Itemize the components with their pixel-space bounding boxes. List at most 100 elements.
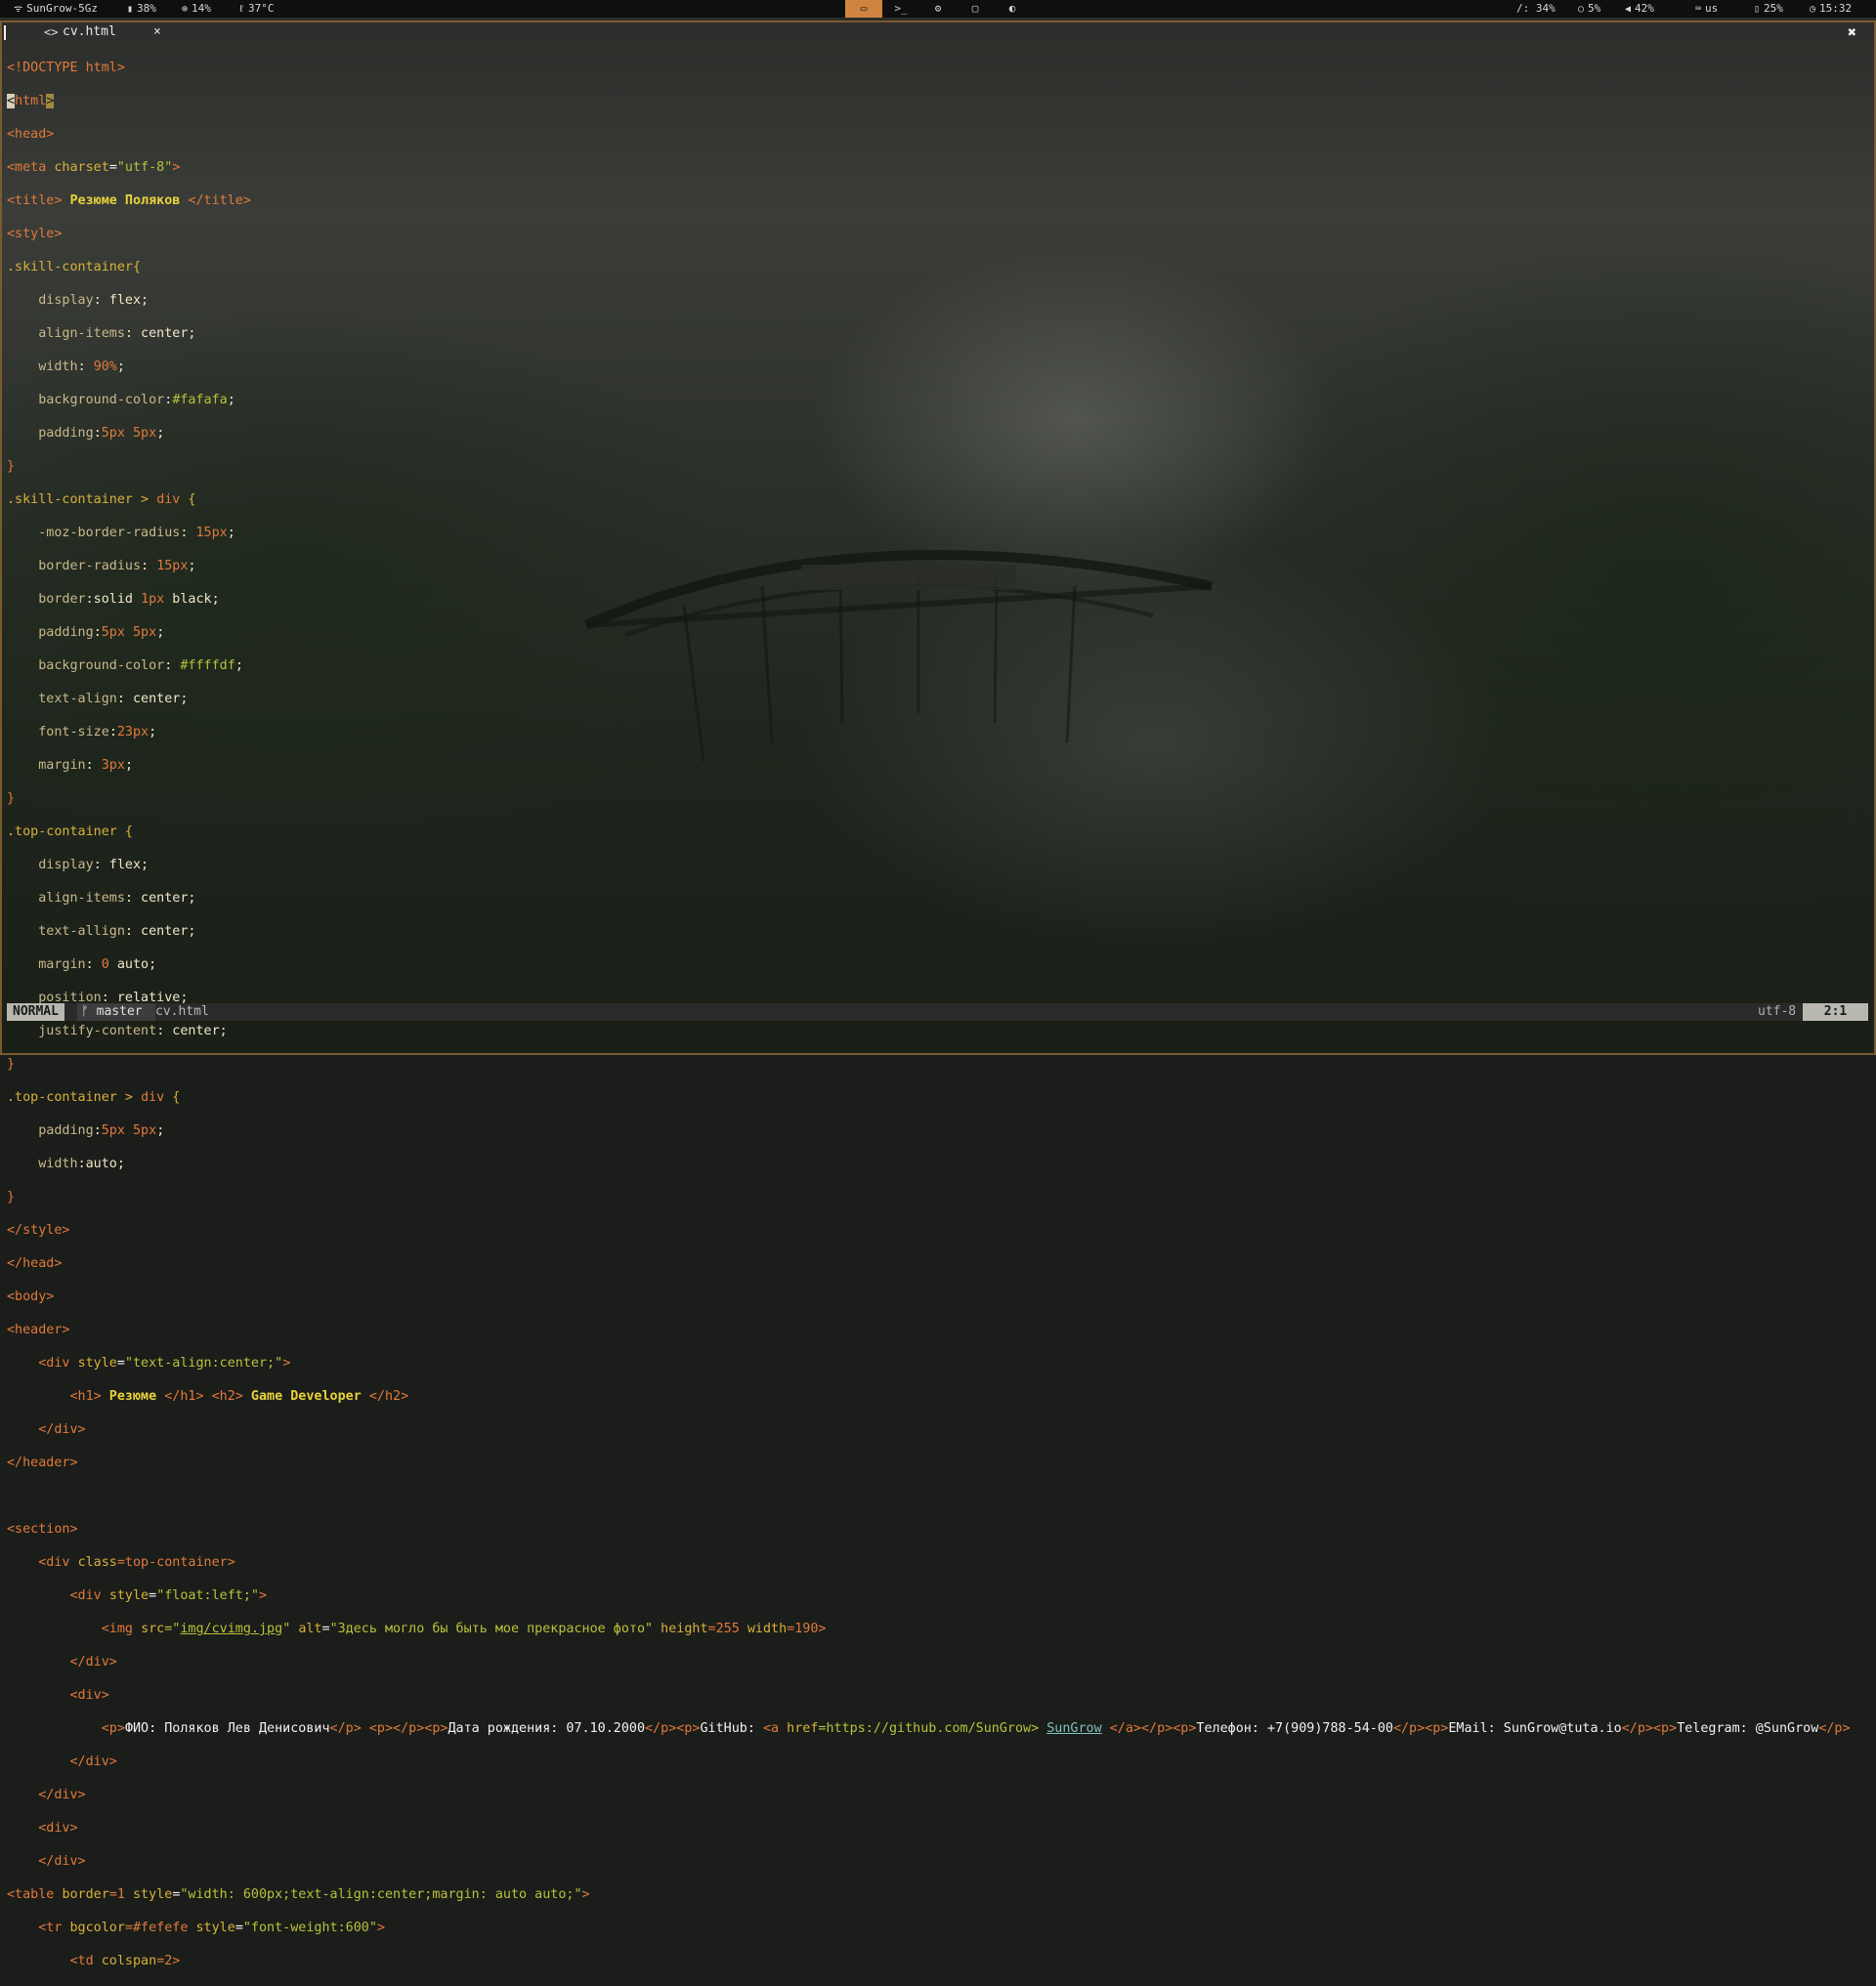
- code-token: :: [180, 526, 196, 540]
- code-token: :: [85, 957, 102, 972]
- code-token: margin: [7, 957, 86, 972]
- code-token: ;: [234, 658, 243, 673]
- bracket-match: >: [46, 94, 55, 108]
- code-token: ;: [227, 526, 235, 540]
- code-token: 23px: [116, 725, 149, 739]
- code-token: font-size: [7, 725, 109, 739]
- battery-icon: ▯: [1754, 4, 1761, 15]
- code-line: <section>: [7, 1521, 1863, 1538]
- tab-close-icon[interactable]: ×: [153, 23, 161, 41]
- code-token: }: [7, 459, 16, 474]
- code-token: <!DOCTYPE html>: [7, 61, 125, 75]
- memory-icon: ▮: [127, 4, 134, 15]
- code-line: border:solid 1px black;: [7, 591, 1863, 608]
- code-token: =255: [707, 1622, 747, 1636]
- code-token: <header>: [7, 1323, 70, 1337]
- code-token: padding: [7, 625, 94, 640]
- code-token: bgcolor: [69, 1921, 125, 1935]
- code-token: <div>: [7, 1821, 78, 1836]
- code-token: <head>: [7, 127, 55, 142]
- code-token: </div>: [7, 1788, 86, 1802]
- code-token: =: [149, 1588, 157, 1603]
- code-line: padding:5px 5px;: [7, 1122, 1863, 1139]
- code-token: auto;: [108, 957, 157, 972]
- code-token: ;: [116, 359, 125, 374]
- window-close-icon[interactable]: ✖: [1848, 23, 1856, 41]
- code-line: justify-content: center;: [7, 1023, 1863, 1039]
- code-line: padding:5px 5px;: [7, 425, 1863, 442]
- code-line: background-color: #ffffdf;: [7, 657, 1863, 674]
- code-token: "utf-8": [116, 160, 173, 175]
- keyboard-indicator[interactable]: ⌨ us: [1695, 0, 1718, 19]
- tab-cv-html[interactable]: cv.html: [63, 23, 116, 41]
- clock-time: 15:32: [1819, 2, 1853, 15]
- code-token: :: [85, 758, 102, 773]
- memory-value: 38%: [137, 2, 156, 15]
- temperature-indicator: ℓ 37°C: [238, 0, 275, 19]
- code-token: .top-container {: [7, 824, 133, 839]
- code-token: >: [581, 1887, 590, 1902]
- code-line: align-items: center;: [7, 325, 1863, 342]
- code-token: height: [653, 1622, 708, 1636]
- workspace-1[interactable]: ▭: [845, 0, 882, 18]
- code-line: <div>: [7, 1820, 1863, 1837]
- code-token: </h1>: [164, 1389, 204, 1404]
- code-token: : center;: [124, 924, 196, 939]
- workspace-4[interactable]: ▢: [957, 0, 994, 18]
- code-token: <body>: [7, 1289, 55, 1304]
- code-token: text-align: [7, 692, 117, 706]
- git-branch-icon: ᚠ: [81, 1004, 89, 1019]
- code-token: </a></p><p>: [1101, 1721, 1197, 1736]
- code-token: #ffffdf: [180, 658, 235, 673]
- code-token: "Здесь могло бы быть мое прекрасное фото…: [329, 1622, 654, 1636]
- code-token: <p>: [7, 1721, 125, 1736]
- workspace-3[interactable]: ⚙: [919, 0, 957, 18]
- workspace-2[interactable]: >_: [882, 0, 919, 18]
- code-token: 15px: [156, 559, 189, 573]
- code-token: 5px 5px: [101, 426, 157, 441]
- code-token: =": [164, 1622, 181, 1636]
- code-token: >: [172, 160, 181, 175]
- disk-value: /: 34%: [1516, 2, 1556, 15]
- code-token: class: [77, 1555, 117, 1570]
- keyboard-layout: us: [1705, 2, 1719, 15]
- code-token: :: [93, 426, 102, 441]
- code-token: :: [93, 625, 102, 640]
- code-line: text-allign: center;: [7, 923, 1863, 940]
- git-branch-name: master: [96, 1004, 143, 1019]
- code-token: background-color: [7, 393, 165, 407]
- clock[interactable]: ◷ 15:32: [1810, 0, 1852, 19]
- wifi-indicator[interactable]: ᯤ SunGrow-5Gz: [14, 0, 98, 19]
- code-token: : center;: [124, 891, 196, 906]
- code-token: </p><p>: [1392, 1721, 1449, 1736]
- code-token: :: [77, 359, 94, 374]
- battery-indicator: ▯ 25%: [1754, 0, 1783, 19]
- code-line: <header>: [7, 1322, 1863, 1338]
- code-token: Резюме Поляков: [62, 193, 189, 208]
- code-token: border: [7, 592, 86, 607]
- code-line: .top-container > div {: [7, 1089, 1863, 1106]
- code-line: <html>: [7, 93, 1863, 109]
- code-token: </div>: [7, 1754, 117, 1769]
- cpu-value: 14%: [192, 2, 211, 15]
- volume-indicator[interactable]: ◀ 42%: [1625, 0, 1654, 19]
- code-token: Telegram: @SunGrow: [1677, 1721, 1819, 1736]
- code-line: </div>: [7, 1654, 1863, 1670]
- code-token: =2>: [156, 1954, 181, 1968]
- code-token: {: [180, 492, 196, 507]
- code-token: -moz-border-radius: [7, 526, 181, 540]
- code-token: : flex;: [93, 858, 149, 872]
- code-token: :: [93, 1123, 102, 1138]
- code-token: 3px: [101, 758, 125, 773]
- code-line: <img src="img/cvimg.jpg" alt="Здесь могл…: [7, 1621, 1863, 1637]
- code-token: src: [141, 1622, 165, 1636]
- code-token: </style>: [7, 1223, 70, 1238]
- code-token: </head>: [7, 1256, 63, 1271]
- code-token: ;: [227, 393, 235, 407]
- code-line: display: flex;: [7, 292, 1863, 309]
- code-token: <meta: [7, 160, 55, 175]
- workspace-5[interactable]: ◐: [994, 0, 1031, 18]
- code-token: >: [259, 1588, 268, 1603]
